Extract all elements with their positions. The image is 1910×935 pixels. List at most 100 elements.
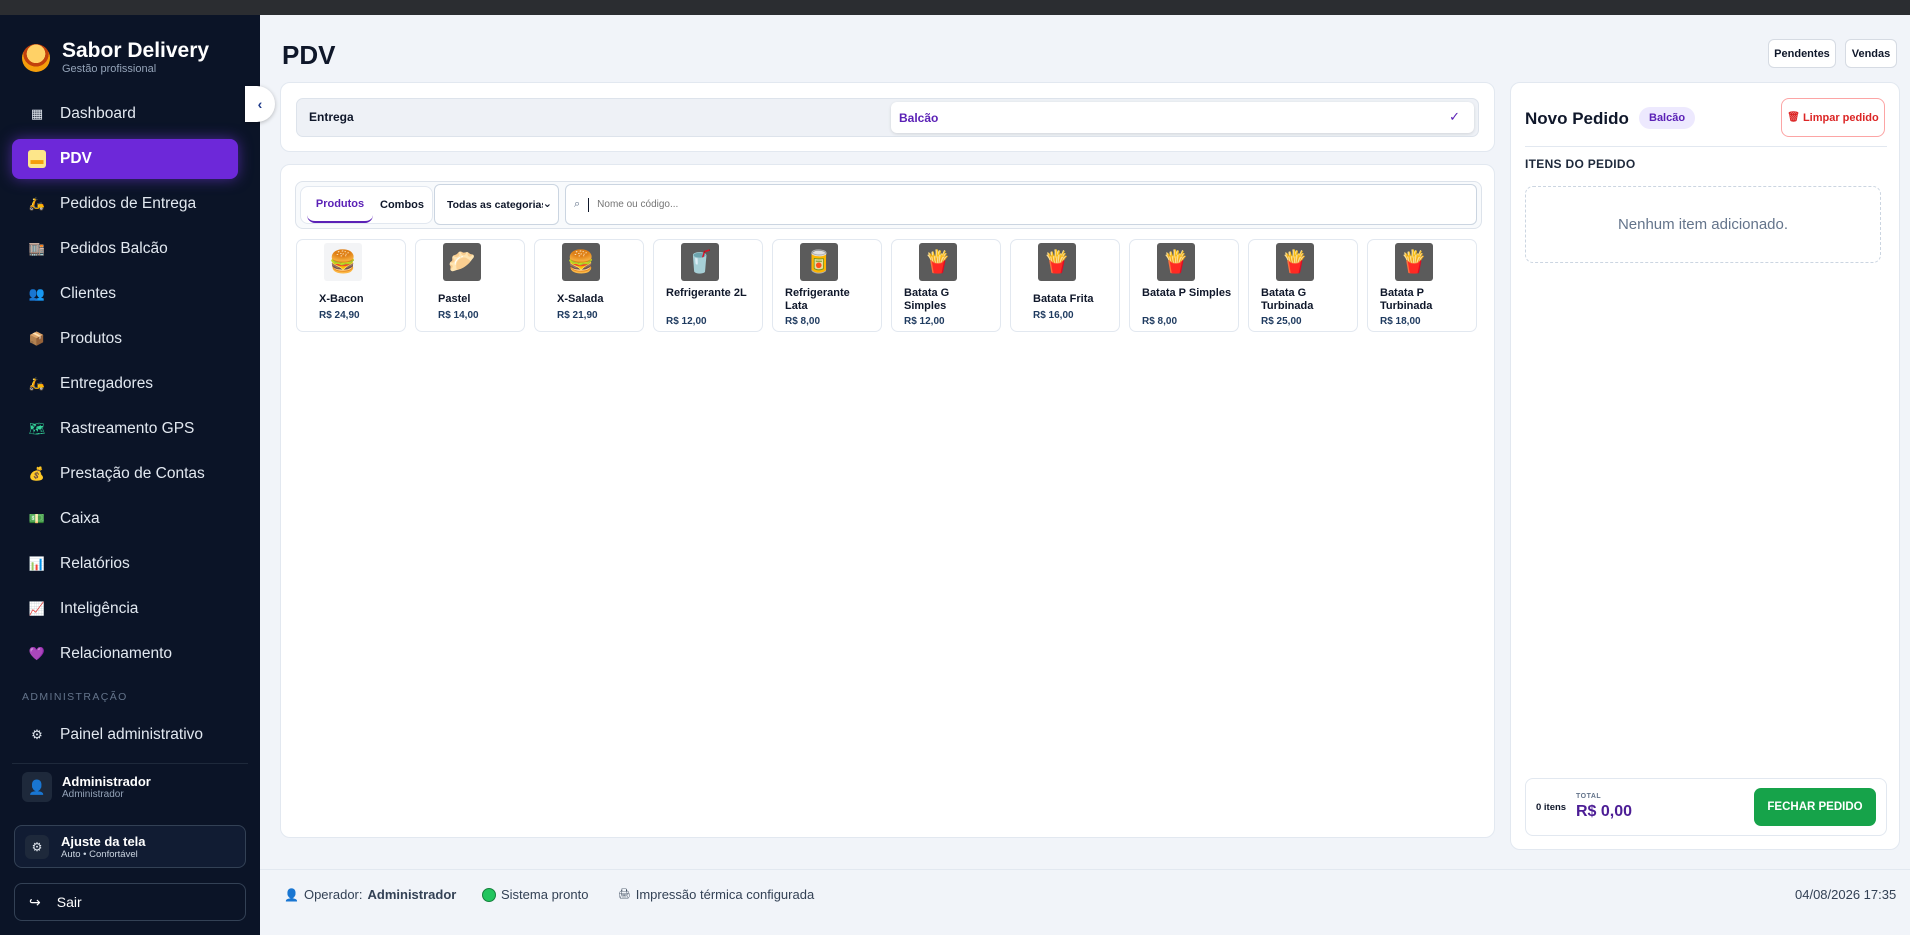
tab-combos[interactable]: Combos [375, 187, 429, 223]
status-operator: 👤 Operador: Administrador [284, 887, 456, 902]
settings-icon: ⚙ [25, 834, 49, 859]
operator-prefix: Operador: [303, 887, 363, 902]
order-type-toggle: Entrega Balcão ✓ [296, 98, 1479, 137]
pastry-icon: 🥟 [443, 243, 481, 281]
sidebar-item-pedidos-de-entrega[interactable]: 🛵 Pedidos de Entrega [12, 184, 238, 224]
courier-icon: 🛵 [28, 376, 46, 391]
printer-status: Impressão térmica configurada [635, 887, 815, 902]
sidebar-item-label: Rastreamento GPS [60, 420, 195, 437]
counter-option[interactable]: Balcão ✓ [891, 102, 1474, 133]
screen-adjust-button[interactable]: ⚙ Ajuste da tela Auto • Confortável [14, 825, 246, 868]
sidebar-item-dashboard[interactable]: ▦ Dashboard [12, 94, 238, 134]
sidebar-item-label: Pedidos Balcão [60, 240, 168, 257]
product-card[interactable]: 🍟 Batata P Turbinada R$ 18,00 [1367, 239, 1477, 332]
sidebar-item-relatorios[interactable]: 📊 Relatórios [12, 544, 238, 584]
status-divider [260, 869, 1910, 870]
product-name: Batata Frita [1033, 293, 1094, 305]
status-printer: 🖨 Impressão térmica configurada [618, 887, 814, 902]
sidebar-divider [12, 763, 248, 764]
sidebar-item-label: Relacionamento [60, 645, 173, 662]
close-order-button[interactable]: FECHAR PEDIDO [1754, 788, 1876, 826]
product-card[interactable]: 🍟 Batata G Simples R$ 12,00 [891, 239, 1001, 332]
chevron-left-icon: ‹ [257, 96, 263, 112]
collapse-sidebar-button[interactable]: ‹ [245, 86, 275, 122]
sidebar-item-label: Entregadores [60, 375, 154, 392]
product-name: Pastel [438, 293, 471, 305]
product-name: Refrigerante Lata [785, 287, 850, 312]
sidebar-item-label: Inteligência [60, 600, 139, 617]
store-icon: 🏬 [28, 241, 46, 256]
page-title: PDV [282, 40, 336, 70]
sidebar-item-entregadores[interactable]: 🛵 Entregadores [12, 364, 238, 404]
brand[interactable]: Sabor Delivery Gestão profissional [22, 39, 209, 76]
filter-bar: Produtos Combos Todas as categorias ⌄ ⌕ [295, 181, 1482, 229]
product-price: R$ 24,90 [319, 310, 360, 321]
sidebar-nav: ▦ Dashboard ▬ PDV 🛵 Pedidos de Entrega 🏬 Pedido… [12, 94, 238, 679]
order-items-heading: ITENS DO PEDIDO [1525, 157, 1636, 171]
pending-button[interactable]: Pendentes [1768, 39, 1836, 68]
sidebar-item-caixa[interactable]: 💵 Caixa [12, 499, 238, 539]
category-select[interactable]: Todas as categorias ⌄ [434, 184, 559, 225]
sidebar-item-relacionamento[interactable]: 💜 Relacionamento [12, 634, 238, 674]
product-card[interactable]: 🥟 Pastel R$ 14,00 [415, 239, 525, 332]
map-icon: 🗺 [28, 421, 46, 436]
product-search[interactable]: ⌕ [565, 184, 1477, 225]
sidebar-item-clientes[interactable]: 👥 Clientes [12, 274, 238, 314]
product-name: Refrigerante 2L [666, 287, 747, 299]
check-icon: ✓ [1449, 109, 1460, 124]
operator-name: Administrador [367, 887, 457, 902]
fries-icon: 🍟 [1038, 243, 1076, 281]
search-icon: ⌕ [574, 198, 581, 210]
gear-icon: ⚙ [31, 727, 43, 742]
clear-order-button[interactable]: 🗑 Limpar pedido [1781, 98, 1885, 137]
fries-icon: 🍟 [1157, 243, 1195, 281]
trend-chart-icon: 📈 [28, 601, 46, 616]
order-panel: Novo Pedido Balcão 🗑 Limpar pedido ITENS… [1510, 82, 1900, 850]
sidebar-item-produtos[interactable]: 📦 Produtos [12, 319, 238, 359]
logout-button[interactable]: ↪ Sair [14, 883, 246, 921]
sidebar: Sabor Delivery Gestão profissional ▦ Dash… [0, 15, 260, 935]
sidebar-item-label: Clientes [60, 285, 116, 302]
product-card[interactable]: 🍟 Batata P Simples R$ 8,00 [1129, 239, 1239, 332]
tab-products[interactable]: Produtos [307, 187, 373, 223]
total-value: R$ 0,00 [1576, 803, 1633, 820]
product-card[interactable]: 🍟 Batata G Turbinada R$ 25,00 [1248, 239, 1358, 332]
avatar: 👤 [22, 772, 52, 802]
admin-section-label: ADMINISTRAÇÃO [22, 691, 128, 703]
status-system: Sistema pronto [482, 887, 588, 902]
sidebar-item-rastreamento-gps[interactable]: 🗺 Rastreamento GPS [12, 409, 238, 449]
burger-icon: 🍔 [324, 243, 362, 281]
burger-logo-icon [22, 43, 50, 72]
sidebar-item-inteligencia[interactable]: 📈 Inteligência [12, 589, 238, 629]
users-icon: 👥 [28, 286, 46, 301]
empty-items-message: Nenhum item adicionado. [1525, 186, 1881, 263]
product-card[interactable]: 🍟 Batata Frita R$ 16,00 [1010, 239, 1120, 332]
product-card[interactable]: 🍔 X-Salada R$ 21,90 [534, 239, 644, 332]
bar-chart-icon: 📊 [28, 556, 46, 571]
product-card[interactable]: 🥤 Refrigerante 2L R$ 12,00 [653, 239, 763, 332]
heart-icon: 💜 [28, 646, 46, 661]
product-price: R$ 18,00 [1380, 316, 1421, 327]
sidebar-item-prestacao-de-contas[interactable]: 💰 Prestação de Contas [12, 454, 238, 494]
status-datetime: 04/08/2026 17:35 [1795, 887, 1897, 902]
system-status: Sistema pronto [501, 887, 589, 902]
order-type-card: Entrega Balcão ✓ [280, 82, 1495, 152]
product-card[interactable]: 🥫 Refrigerante Lata R$ 8,00 [772, 239, 882, 332]
money-bag-icon: 💰 [28, 466, 46, 481]
cash-icon: 💵 [28, 511, 46, 526]
product-price: R$ 8,00 [1142, 316, 1178, 327]
sidebar-item-pdv[interactable]: ▬ PDV [12, 139, 238, 179]
sales-button[interactable]: Vendas [1845, 39, 1897, 68]
search-input[interactable] [597, 199, 1448, 210]
product-card[interactable]: 🍔 X-Bacon R$ 24,90 [296, 239, 406, 332]
burger-icon: 🍔 [562, 243, 600, 281]
sidebar-item-admin-panel[interactable]: ⚙ Painel administrativo [12, 715, 238, 755]
total-label: TOTAL [1576, 793, 1602, 800]
sidebar-item-label: Pedidos de Entrega [60, 195, 197, 212]
sidebar-item-pedidos-balcao[interactable]: 🏬 Pedidos Balcão [12, 229, 238, 269]
delivery-option[interactable]: Entrega [309, 110, 354, 124]
sidebar-item-label: Painel administrativo [60, 726, 204, 743]
items-count: 0 itens [1536, 802, 1567, 813]
sidebar-item-label: Relatórios [60, 555, 130, 572]
screen-adjust-title: Ajuste da tela [61, 833, 146, 849]
